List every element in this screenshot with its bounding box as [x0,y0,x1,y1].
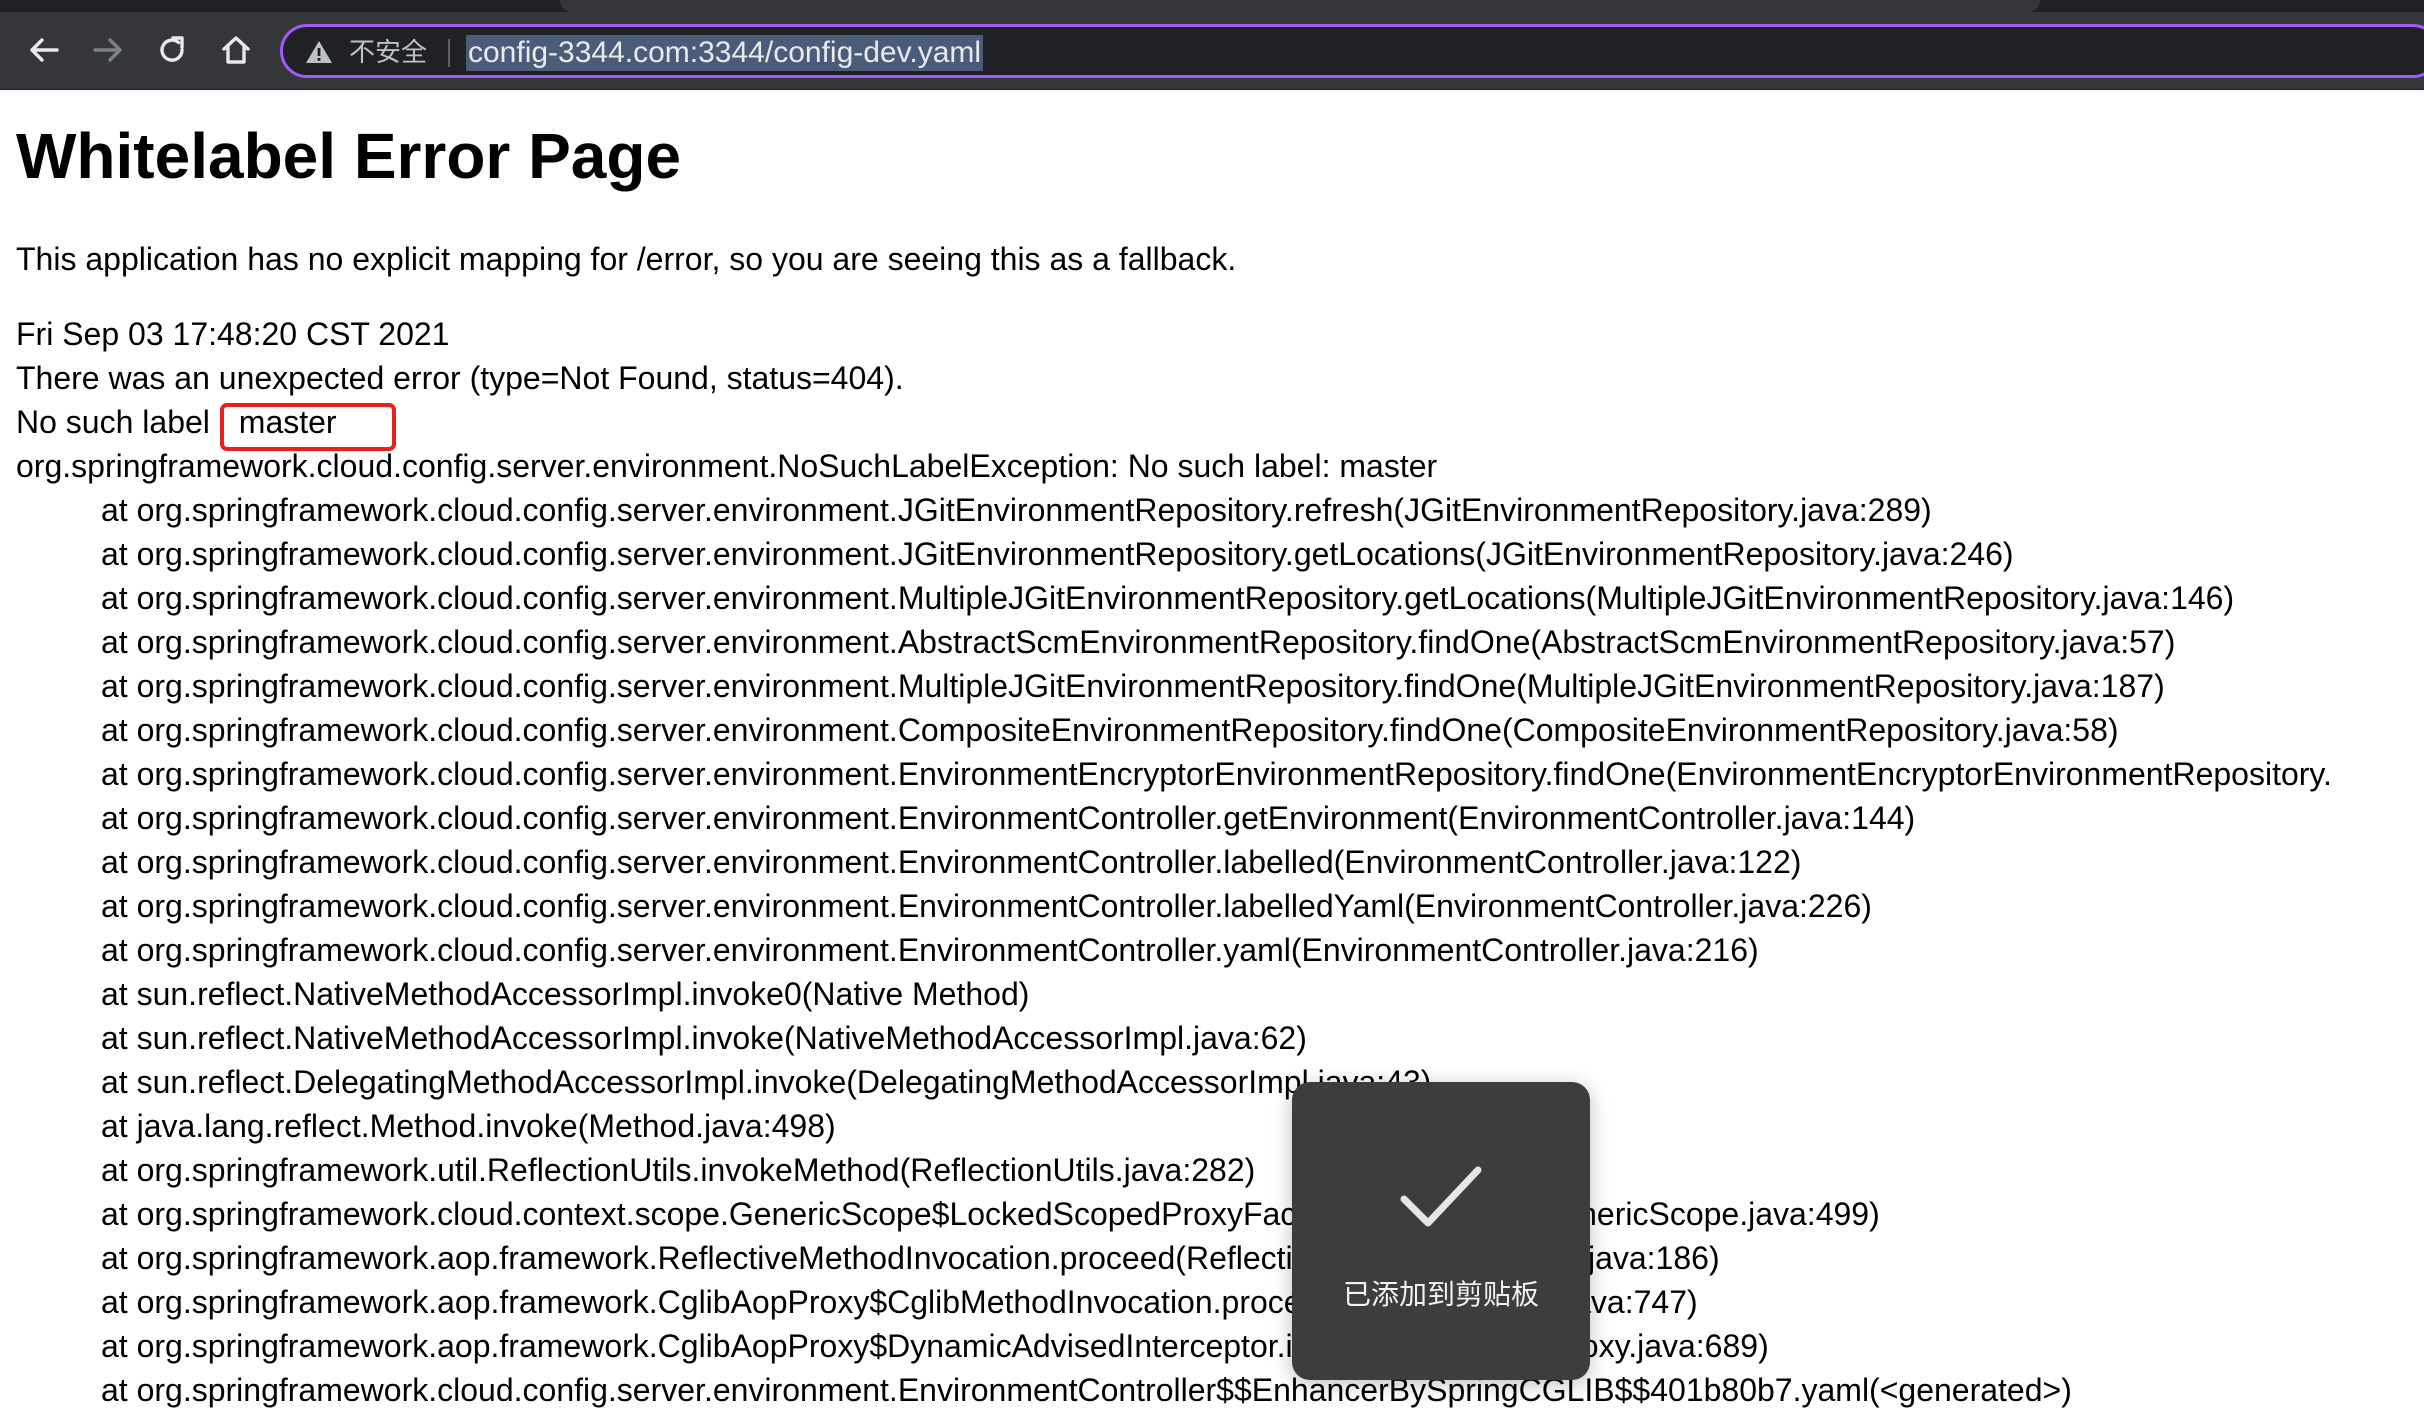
forward-arrow-icon [93,38,122,62]
url-text[interactable]: config-3344.com:3344/config-dev.yaml [466,35,984,71]
warning-triangle-icon[interactable] [305,39,333,65]
browser-toolbar: 不安全 config-3344.com:3344/config-dev.yaml [0,0,2424,90]
stack-trace-frame: at sun.reflect.DelegatingMethodAccessorI… [101,1064,1432,1100]
omnibox-divider [448,39,450,67]
back-button[interactable] [20,26,68,74]
stack-trace-frame: at org.springframework.cloud.context.sco… [101,1196,1880,1232]
stack-trace-frame: at org.springframework.cloud.config.serv… [101,844,1802,880]
toast-message: 已添加到剪贴板 [1342,1278,1539,1311]
stack-trace-frame: at org.springframework.cloud.config.serv… [101,800,1916,836]
page-title: Whitelabel Error Page [16,120,682,192]
stack-trace-frame: at org.springframework.aop.framework.Ref… [101,1240,1720,1276]
exception-line: org.springframework.cloud.config.server.… [16,448,1438,484]
stack-trace-frame: at org.springframework.cloud.config.serv… [101,580,2235,616]
checkmark-icon [1400,1166,1482,1227]
clipboard-toast: 已添加到剪贴板 [1292,1082,1590,1380]
home-icon [222,36,250,64]
error-description: This application has no explicit mapping… [16,241,1237,277]
stack-trace-frame: at org.springframework.cloud.config.serv… [101,624,2176,660]
stack-trace-frame: at org.springframework.cloud.config.serv… [101,932,1759,968]
stack-trace-frame: at org.springframework.cloud.config.serv… [101,888,1872,924]
label-prefix: No such label [16,404,210,440]
stack-trace-frame: at sun.reflect.NativeMethodAccessorImpl.… [101,976,1030,1012]
stack-trace-frame: at org.springframework.cloud.config.serv… [101,756,2332,792]
stack-trace-frame: at org.springframework.cloud.config.serv… [101,668,2165,704]
stack-trace-frame: at sun.reflect.NativeMethodAccessorImpl.… [101,1020,1307,1056]
error-timestamp: Fri Sep 03 17:48:20 CST 2021 [16,316,450,352]
reload-button[interactable] [148,26,196,74]
stack-trace: at org.springframework.cloud.config.serv… [101,488,2332,1412]
stack-trace-frame: at org.springframework.cloud.config.serv… [101,492,1932,528]
tab-strip [0,0,2424,12]
address-bar[interactable]: 不安全 config-3344.com:3344/config-dev.yaml [280,24,2424,78]
stack-trace-frame: at org.springframework.cloud.config.serv… [101,712,2119,748]
active-tab-edge[interactable] [560,0,2040,12]
stack-trace-frame: at org.springframework.cloud.config.serv… [101,536,2014,572]
stack-trace-frame: at org.springframework.aop.framework.Cgl… [101,1284,1698,1320]
security-status-label[interactable]: 不安全 [349,37,427,69]
home-button[interactable] [212,26,260,74]
error-status-line: There was an unexpected error (type=Not … [16,360,904,396]
back-arrow-icon [30,38,59,62]
reload-icon [160,36,184,62]
stack-trace-frame: at org.springframework.util.ReflectionUt… [101,1152,1256,1188]
forward-button[interactable] [84,26,132,74]
stack-trace-frame: at java.lang.reflect.Method.invoke(Metho… [101,1108,836,1144]
stack-trace-frame: at org.springframework.aop.framework.Cgl… [101,1328,1769,1364]
stack-trace-frame: at org.springframework.cloud.config.serv… [101,1372,2072,1408]
